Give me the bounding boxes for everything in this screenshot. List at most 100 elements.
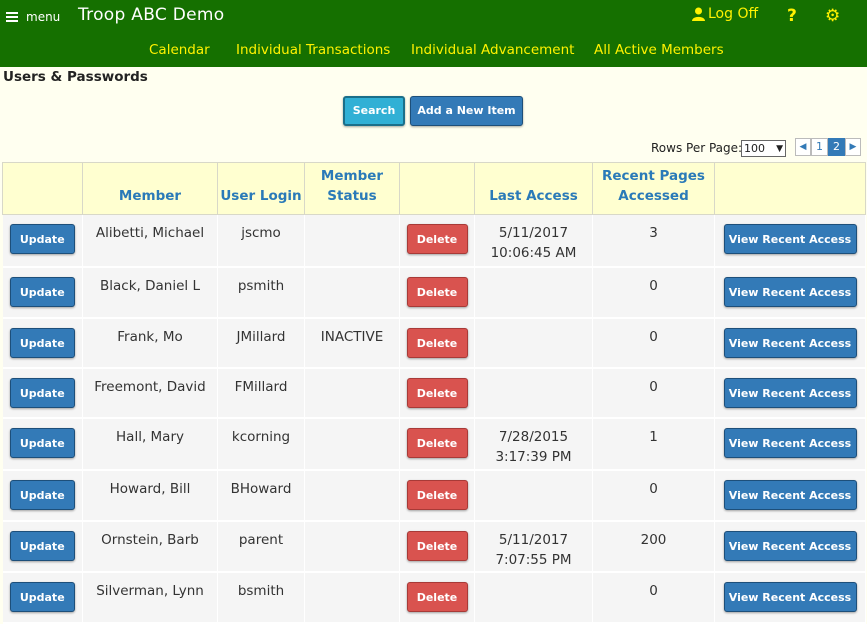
header-member-status[interactable]: Member Status bbox=[304, 162, 400, 215]
table-row: Update Frank, Mo JMillard INACTIVE Delete 0 Vi… bbox=[2, 317, 866, 369]
menu-button[interactable]: menu bbox=[6, 8, 60, 26]
nav-individual-transactions[interactable]: Individual Transactions bbox=[236, 42, 390, 58]
update-cell: Update bbox=[2, 266, 83, 319]
rows-per-page-label: Rows Per Page: bbox=[651, 141, 743, 155]
delete-button[interactable]: Delete bbox=[406, 530, 468, 561]
view-recent-access-button[interactable]: View Recent Access bbox=[723, 377, 857, 408]
page-title: Users & Passwords bbox=[3, 69, 148, 85]
view-recent-access-button[interactable]: View Recent Access bbox=[723, 427, 857, 458]
view-recent-cell: View Recent Access bbox=[714, 266, 866, 319]
delete-button[interactable]: Delete bbox=[406, 224, 468, 254]
update-cell: Update bbox=[2, 520, 83, 573]
status-cell bbox=[304, 571, 400, 624]
page-1-link[interactable]: 1 bbox=[811, 138, 828, 156]
status-cell bbox=[304, 417, 400, 471]
login-cell: jscmo bbox=[217, 214, 305, 268]
last-access-cell: 5/11/2017 10:06:45 AM bbox=[474, 214, 593, 268]
delete-button[interactable]: Delete bbox=[406, 276, 468, 307]
update-button[interactable]: Update bbox=[9, 224, 75, 254]
delete-button[interactable]: Delete bbox=[406, 377, 468, 408]
update-button[interactable]: Update bbox=[9, 377, 75, 408]
update-button[interactable]: Update bbox=[9, 327, 75, 358]
view-recent-access-button[interactable]: View Recent Access bbox=[723, 530, 857, 561]
table-row: Update Howard, Bill BHoward Delete 0 View Rec… bbox=[2, 469, 866, 522]
view-recent-cell: View Recent Access bbox=[714, 214, 866, 268]
help-icon[interactable]: ? bbox=[787, 6, 797, 26]
last-access-time: 7:07:55 PM bbox=[495, 551, 572, 568]
delete-cell: Delete bbox=[399, 367, 475, 419]
delete-cell: Delete bbox=[399, 266, 475, 319]
delete-cell: Delete bbox=[399, 317, 475, 369]
table-header-row: Member User Login Member Status Last Acc… bbox=[2, 162, 866, 215]
page-2-link[interactable]: 2 bbox=[828, 138, 845, 156]
last-access-cell bbox=[474, 266, 593, 319]
nav-all-active-members[interactable]: All Active Members bbox=[594, 42, 724, 58]
nav-calendar[interactable]: Calendar bbox=[149, 42, 210, 58]
last-access-cell bbox=[474, 571, 593, 624]
view-recent-access-button[interactable]: View Recent Access bbox=[723, 581, 857, 612]
login-cell: bsmith bbox=[217, 571, 305, 624]
member-cell: Silverman, Lynn bbox=[82, 571, 218, 624]
delete-button[interactable]: Delete bbox=[406, 427, 468, 458]
table-row: Update Freemont, David FMillard Delete 0 View… bbox=[2, 367, 866, 419]
update-button[interactable]: Update bbox=[9, 581, 75, 612]
delete-button[interactable]: Delete bbox=[406, 581, 468, 612]
member-cell: Alibetti, Michael bbox=[82, 214, 218, 268]
update-cell: Update bbox=[2, 417, 83, 471]
logoff-label: Log Off bbox=[708, 6, 759, 22]
last-access-cell bbox=[474, 367, 593, 419]
update-button[interactable]: Update bbox=[9, 530, 75, 561]
view-recent-access-button[interactable]: View Recent Access bbox=[723, 224, 857, 254]
header-last-access[interactable]: Last Access bbox=[474, 162, 593, 215]
status-cell bbox=[304, 520, 400, 573]
delete-button[interactable]: Delete bbox=[406, 327, 468, 358]
top-bar: menu Troop ABC Demo Log Off ? ⚙ Calendar… bbox=[0, 0, 867, 67]
recent-pages-cell: 0 bbox=[592, 571, 715, 624]
table-row: Update Black, Daniel Lpsmith Delete 0 View R… bbox=[2, 266, 866, 319]
update-cell: Update bbox=[2, 214, 83, 268]
last-access-date: 5/11/2017 bbox=[498, 531, 569, 548]
recent-pages-cell: 1 bbox=[592, 417, 715, 471]
table-row: Update Alibetti, Michael jscmo Delete 5/11/2… bbox=[2, 214, 866, 268]
gear-icon[interactable]: ⚙ bbox=[825, 6, 840, 26]
users-table: Member User Login Member Status Last Acc… bbox=[2, 162, 866, 624]
delete-button[interactable]: Delete bbox=[406, 479, 468, 510]
header-member[interactable]: Member bbox=[82, 162, 218, 215]
member-cell: Ornstein, Barb bbox=[82, 520, 218, 573]
login-cell: BHoward bbox=[217, 469, 305, 522]
update-button[interactable]: Update bbox=[9, 479, 75, 510]
recent-pages-cell: 0 bbox=[592, 469, 715, 522]
last-access-date: 7/28/2015 bbox=[498, 428, 569, 445]
next-page-icon[interactable]: ▶ bbox=[845, 138, 861, 156]
last-access-cell: 7/28/2015 3:17:39 PM bbox=[474, 417, 593, 471]
rows-per-page-select[interactable]: 100 ▼ bbox=[741, 140, 786, 157]
view-recent-access-button[interactable]: View Recent Access bbox=[723, 276, 857, 307]
logoff-link[interactable]: Log Off bbox=[692, 6, 762, 22]
view-recent-access-button[interactable]: View Recent Access bbox=[723, 479, 857, 510]
last-access-cell bbox=[474, 317, 593, 369]
update-cell: Update bbox=[2, 367, 83, 419]
update-cell: Update bbox=[2, 571, 83, 624]
status-cell bbox=[304, 266, 400, 319]
search-button[interactable]: Search bbox=[343, 96, 405, 126]
app-title: Troop ABC Demo bbox=[78, 5, 225, 25]
header-user-login[interactable]: User Login bbox=[217, 162, 305, 215]
table-row: Update Hall, Mary kcorning Delete 7/28/2015 3… bbox=[2, 417, 866, 471]
update-button[interactable]: Update bbox=[9, 427, 75, 458]
add-new-item-button[interactable]: Add a New Item bbox=[410, 96, 523, 126]
login-cell: parent bbox=[217, 520, 305, 573]
view-recent-cell: View Recent Access bbox=[714, 317, 866, 369]
header-recent-pages[interactable]: Recent Pages Accessed bbox=[592, 162, 715, 215]
last-access-time: 3:17:39 PM bbox=[495, 448, 572, 465]
view-recent-access-button[interactable]: View Recent Access bbox=[723, 327, 857, 358]
member-cell: Hall, Mary bbox=[82, 417, 218, 471]
menu-label: menu bbox=[26, 10, 61, 24]
update-cell: Update bbox=[2, 317, 83, 369]
member-cell: Frank, Mo bbox=[82, 317, 218, 369]
user-icon bbox=[692, 7, 705, 21]
login-cell: psmith bbox=[217, 266, 305, 319]
update-button[interactable]: Update bbox=[9, 276, 75, 307]
status-cell bbox=[304, 214, 400, 268]
prev-page-icon[interactable]: ◀ bbox=[795, 138, 811, 156]
nav-individual-advancement[interactable]: Individual Advancement bbox=[411, 42, 574, 58]
